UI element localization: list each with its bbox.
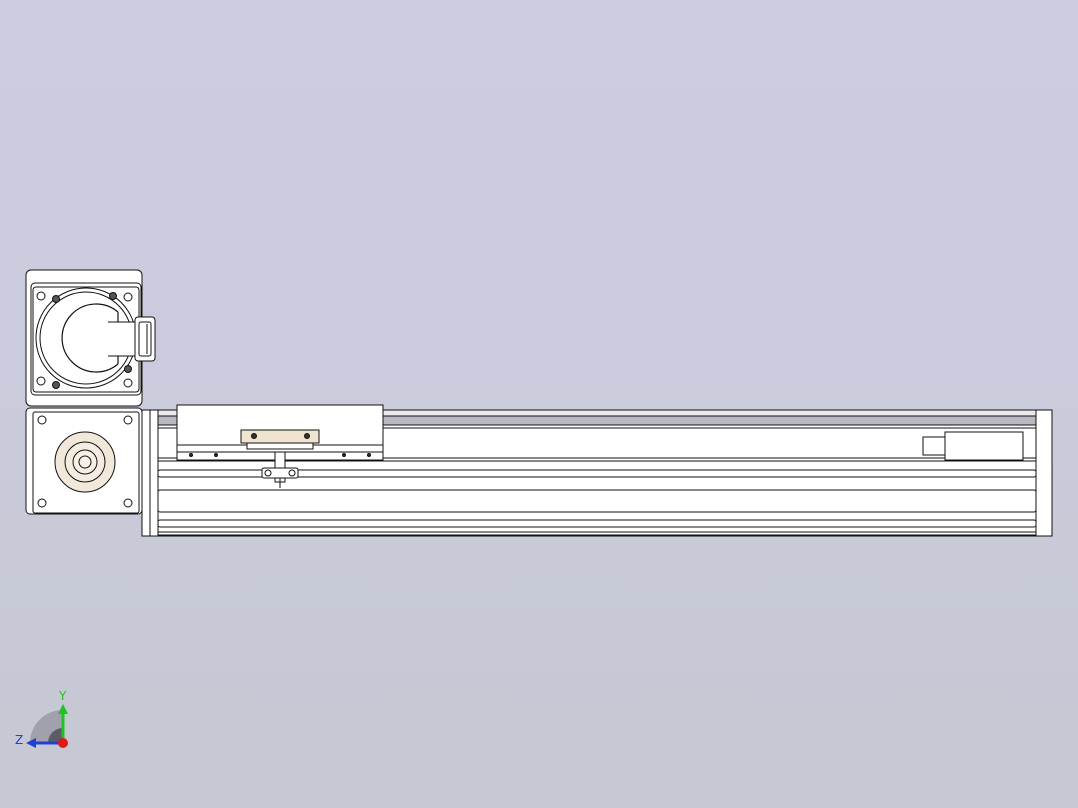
y-axis-arrow-icon: [58, 704, 68, 714]
right-end-plate[interactable]: [1035, 409, 1053, 537]
z-axis-label: Z: [15, 733, 23, 747]
x-axis-dot: [58, 738, 68, 748]
cad-viewport[interactable]: Y Z: [0, 0, 1078, 808]
motor-housing[interactable]: [25, 269, 143, 407]
left-end-plate[interactable]: [141, 409, 159, 537]
motor-side-bracket[interactable]: [134, 316, 156, 362]
coupling-disc: [54, 431, 116, 493]
y-axis-label: Y: [58, 689, 67, 703]
linear-actuator-assembly[interactable]: [25, 269, 1053, 537]
view-orientation-triad[interactable]: Y Z: [15, 689, 68, 748]
coupling-housing[interactable]: [25, 407, 143, 515]
